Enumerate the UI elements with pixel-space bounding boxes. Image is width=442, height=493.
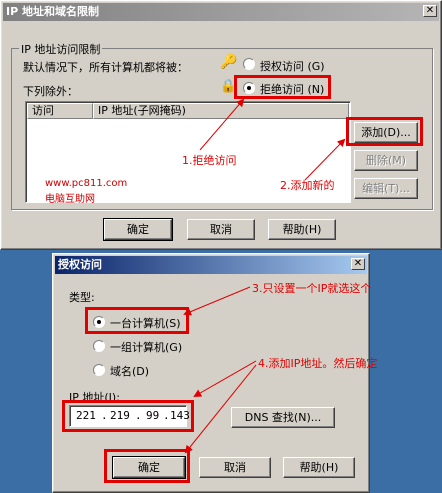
arrow-5 bbox=[184, 364, 257, 454]
annotation-arrows bbox=[183, 98, 346, 454]
arrow-4 bbox=[193, 360, 257, 397]
arrow-3 bbox=[183, 286, 251, 316]
arrow-1 bbox=[199, 98, 245, 151]
arrow-2 bbox=[304, 138, 346, 181]
